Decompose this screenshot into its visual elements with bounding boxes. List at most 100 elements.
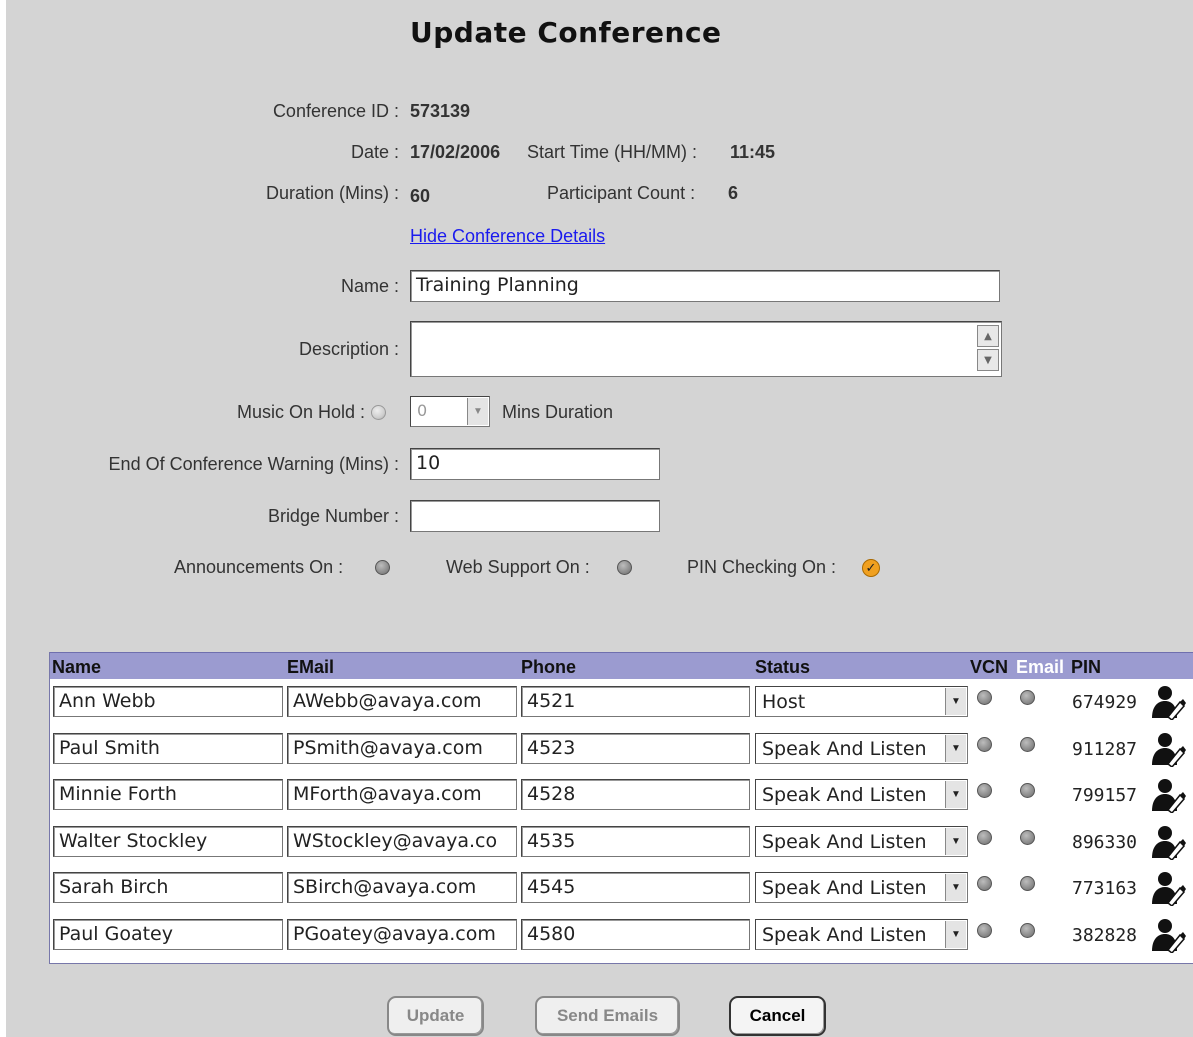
participant-status-value: Speak And Listen	[762, 737, 927, 760]
email-flag-radio[interactable]	[1020, 736, 1035, 752]
participant-email-input[interactable]: MForth@avaya.com	[287, 779, 517, 810]
email-flag-radio[interactable]	[1020, 922, 1035, 938]
music-on-hold-label: Music On Hold :	[236, 402, 365, 422]
announcements-label: Announcements On :	[174, 557, 344, 577]
header-email-flag: Email	[1016, 657, 1065, 677]
participant-status-value: Speak And Listen	[762, 877, 927, 899]
participant-status-select[interactable]: Speak And Listen ▼	[755, 779, 968, 810]
table-row: Ann Webb AWebb@avaya.com 4521 Host ▼ 674…	[50, 679, 1193, 725]
vcn-radio[interactable]	[977, 922, 992, 938]
participant-phone-input[interactable]: 4521	[521, 686, 750, 717]
web-support-radio[interactable]	[617, 560, 632, 575]
participant-status-select[interactable]: Speak And Listen ▼	[755, 732, 968, 764]
participant-pin: 773163	[1072, 878, 1138, 899]
vcn-radio[interactable]	[977, 736, 992, 752]
email-flag-radio[interactable]	[1020, 783, 1035, 798]
vcn-radio[interactable]	[977, 876, 992, 891]
date-label: Date :	[350, 142, 399, 162]
user-edit-icon[interactable]	[1150, 824, 1186, 860]
participant-status-value: Speak And Listen	[762, 784, 927, 806]
vcn-radio[interactable]	[977, 829, 992, 845]
user-edit-icon[interactable]	[1150, 777, 1186, 813]
page-title: Update Conference	[410, 16, 722, 49]
participant-status-select[interactable]: Speak And Listen ▼	[755, 872, 968, 903]
participant-name-input[interactable]: Walter Stockley	[53, 825, 283, 857]
user-edit-icon[interactable]	[1150, 917, 1186, 953]
description-label: Description :	[298, 339, 399, 359]
participant-phone-input[interactable]: 4545	[521, 872, 750, 903]
participant-phone-input[interactable]: 4523	[521, 732, 750, 764]
participant-name-input[interactable]: Sarah Birch	[53, 872, 283, 903]
chevron-down-icon[interactable]: ▼	[467, 398, 488, 425]
conference-id-value: 573139	[410, 101, 471, 121]
email-flag-radio[interactable]	[1020, 876, 1035, 891]
user-edit-icon[interactable]	[1150, 684, 1186, 720]
header-vcn: VCN	[970, 657, 1009, 677]
participant-status-select[interactable]: Speak And Listen ▼	[755, 918, 968, 950]
chevron-down-icon[interactable]: ▼	[945, 827, 966, 855]
participant-name-input[interactable]: Paul Goatey	[53, 918, 283, 950]
participant-name-input[interactable]: Minnie Forth	[53, 779, 283, 810]
description-textarea[interactable]: ▲ ▼	[410, 321, 1002, 377]
announcements-radio[interactable]	[375, 560, 390, 575]
chevron-down-icon[interactable]: ▼	[945, 734, 966, 762]
cancel-button[interactable]: Cancel	[729, 996, 826, 1036]
participant-email-input[interactable]: SBirch@avaya.com	[287, 872, 517, 903]
chevron-down-icon[interactable]: ▼	[945, 874, 966, 901]
user-edit-icon[interactable]	[1150, 870, 1186, 906]
conference-name-input[interactable]: Training Planning	[410, 270, 1000, 302]
participant-name-input[interactable]: Ann Webb	[53, 686, 283, 717]
vcn-radio[interactable]	[977, 783, 992, 798]
start-time-label: Start Time (HH/MM) :	[527, 142, 697, 162]
bridge-number-label: Bridge Number :	[267, 506, 399, 526]
participant-status-value: Speak And Listen	[762, 923, 927, 946]
participant-status-value: Host	[762, 691, 806, 713]
end-warning-input[interactable]: 10	[410, 448, 660, 480]
participant-pin: 896330	[1072, 831, 1138, 853]
participant-email-input[interactable]: WStockley@avaya.co	[287, 825, 517, 857]
music-mins-select[interactable]: 0 ▼	[410, 396, 490, 427]
participant-email-input[interactable]: AWebb@avaya.com	[287, 686, 517, 717]
chevron-down-icon[interactable]: ▼	[945, 781, 966, 808]
table-header: Name EMail Phone Status VCN Email PIN	[50, 652, 1193, 679]
send-emails-button[interactable]: Send Emails	[535, 996, 680, 1036]
participant-count-label: Participant Count :	[547, 183, 696, 203]
hide-details-link[interactable]: Hide Conference Details	[410, 226, 605, 247]
participant-status-select[interactable]: Speak And Listen ▼	[755, 825, 968, 857]
chevron-down-icon[interactable]: ▼	[945, 688, 966, 715]
vcn-radio[interactable]	[977, 690, 992, 705]
chevron-down-icon[interactable]: ▼	[945, 920, 966, 948]
arrow-up-icon[interactable]: ▲	[977, 325, 999, 347]
description-scrollbar[interactable]: ▲ ▼	[977, 325, 999, 373]
table-row: Walter Stockley WStockley@avaya.co 4535 …	[50, 819, 1193, 865]
update-button[interactable]: Update	[387, 996, 484, 1036]
end-warning-label: End Of Conference Warning (Mins) :	[108, 454, 399, 474]
header-pin: PIN	[1071, 657, 1102, 677]
email-flag-radio[interactable]	[1020, 690, 1035, 705]
participant-pin: 382828	[1072, 924, 1138, 946]
participant-name-input[interactable]: Paul Smith	[53, 732, 283, 764]
bridge-number-input[interactable]	[410, 500, 660, 532]
participant-phone-input[interactable]: 4580	[521, 918, 750, 950]
participant-phone-input[interactable]: 4528	[521, 779, 750, 810]
table-row: Sarah Birch SBirch@avaya.com 4545 Speak …	[50, 865, 1193, 911]
arrow-down-icon[interactable]: ▼	[977, 349, 999, 371]
participant-status-select[interactable]: Host ▼	[755, 686, 968, 717]
participant-status-value: Speak And Listen	[762, 830, 927, 853]
date-value: 17/02/2006	[410, 142, 501, 162]
web-support-label: Web Support On :	[446, 557, 590, 577]
participant-phone-input[interactable]: 4535	[521, 825, 750, 857]
participant-pin: 674929	[1072, 692, 1138, 713]
music-on-hold-radio[interactable]	[371, 405, 386, 420]
participant-pin: 799157	[1072, 785, 1138, 806]
participant-email-input[interactable]: PGoatey@avaya.com	[287, 918, 517, 950]
table-row: Paul Goatey PGoatey@avaya.com 4580 Speak…	[50, 912, 1193, 958]
pin-checking-label: PIN Checking On :	[687, 557, 837, 577]
user-edit-icon[interactable]	[1150, 731, 1186, 767]
pin-checking-checkbox[interactable]: ✓	[862, 559, 880, 577]
header-email: EMail	[287, 657, 335, 677]
mins-duration-label: Mins Duration	[502, 402, 614, 422]
participant-pin: 911287	[1072, 738, 1138, 760]
participant-email-input[interactable]: PSmith@avaya.com	[287, 732, 517, 764]
email-flag-radio[interactable]	[1020, 829, 1035, 845]
